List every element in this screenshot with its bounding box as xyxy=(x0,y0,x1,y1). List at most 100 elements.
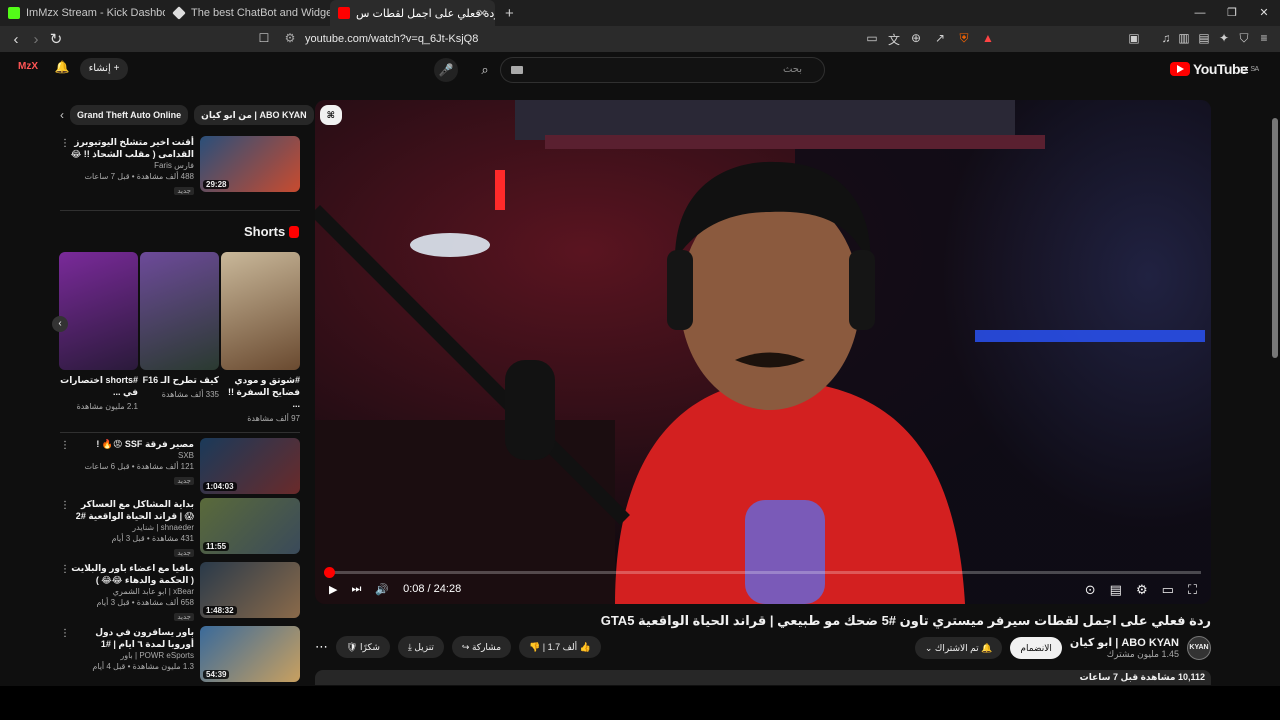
wallet-icon[interactable]: ▤ xyxy=(1196,31,1212,45)
search-input[interactable]: بحث xyxy=(500,57,825,83)
video-thumbnail[interactable]: 1:04:03 xyxy=(200,438,300,494)
cast-icon[interactable]: ▭ xyxy=(864,31,880,45)
short-title[interactable]: #shorts اختصارات في ... xyxy=(59,374,138,398)
video-thumbnail[interactable]: 54:39 xyxy=(200,626,300,682)
channel-avatar[interactable]: KYAN xyxy=(1187,636,1211,660)
voice-search-icon[interactable]: 🎤 xyxy=(434,58,458,82)
fullscreen-icon[interactable]: ⛶ xyxy=(1188,582,1197,598)
screenshot-icon[interactable]: ▣ xyxy=(1126,31,1142,45)
video-item-title[interactable]: مصير فرقة SSF 😡🔥 ! xyxy=(70,438,194,450)
kebab-menu-icon[interactable]: ⋮ xyxy=(60,500,70,511)
video-item-channel[interactable]: POWR eSports | باور xyxy=(70,650,194,661)
list-item[interactable]: 54:39 باور يسافرون في دول أوروبا لمدة ٦ … xyxy=(60,626,300,684)
chip-abo-kyan[interactable]: من ابو كيان | ABO KYAN xyxy=(194,105,314,125)
join-button[interactable]: الانضمام xyxy=(1010,637,1062,659)
video-item-channel[interactable]: shnaeder | شنايدر xyxy=(70,522,194,533)
vpn-icon[interactable]: ⛉ xyxy=(1236,31,1252,46)
short-thumbnail[interactable] xyxy=(59,252,138,370)
browser-tab-chatbot[interactable]: The best ChatBot and Widgets for K xyxy=(165,0,330,26)
short-meta: #شوتق و مودي فضايح السفرة !! ... 97 ألف … xyxy=(221,374,300,425)
share-icon[interactable]: ↗ xyxy=(932,31,948,45)
account-avatar[interactable]: MzX xyxy=(18,61,38,79)
zoom-icon[interactable]: ⊕ xyxy=(908,31,924,45)
close-tab-icon[interactable]: ✕ xyxy=(478,7,487,20)
list-item[interactable]: 29:28 أقنت اخير متشلخ اليوتيوبرز القدامى… xyxy=(60,136,300,195)
play-icon[interactable]: ▶ xyxy=(329,583,337,596)
minimize-icon[interactable]: — xyxy=(1184,0,1216,26)
subtitles-icon[interactable]: ▤ xyxy=(1110,582,1122,598)
brave-rewards-icon[interactable]: ▲ xyxy=(980,31,996,45)
kebab-menu-icon[interactable]: ⋮ xyxy=(60,628,70,639)
settings-gear-icon[interactable]: ⚙ xyxy=(1136,582,1148,598)
keyboard-icon[interactable] xyxy=(511,66,523,74)
kebab-menu-icon[interactable]: ⋮ xyxy=(60,564,70,575)
media-icon[interactable]: ♫ xyxy=(1158,31,1174,45)
sidebar-chips: ‹ Grand Theft Auto Online من ابو كيان | … xyxy=(60,104,342,126)
reload-icon[interactable]: ↻ xyxy=(46,30,66,48)
create-button[interactable]: إنشاء + xyxy=(80,58,128,80)
share-button[interactable]: ↪ مشاركة xyxy=(451,636,512,658)
new-badge: جديد xyxy=(174,477,194,485)
browser-toolbar: ‹ › ↻ ☐ ⚙ youtube.com/watch?v=q_6Jt-KsjQ… xyxy=(0,26,1280,52)
site-info-icon[interactable]: ⚙ xyxy=(282,31,298,45)
browser-tab-kick[interactable]: ImMzx Stream - Kick Dashboard xyxy=(0,0,165,26)
video-thumbnail[interactable]: 1:48:32 xyxy=(200,562,300,618)
kebab-menu-icon[interactable]: ⋮ xyxy=(60,440,70,451)
chips-prev-icon[interactable]: ‹ xyxy=(60,108,64,122)
subscribed-button[interactable]: 🔔 تم الاشتراك ⌄ xyxy=(914,637,1003,659)
short-thumbnail[interactable] xyxy=(140,252,219,370)
next-icon[interactable]: ⏭ xyxy=(351,583,361,596)
dislike-icon[interactable]: 👎 xyxy=(529,642,540,652)
address-bar[interactable]: youtube.com/watch?v=q_6Jt-KsjQ8 xyxy=(305,26,478,52)
video-item-meta: 431 مشاهدة • قبل 3 أيام xyxy=(111,534,194,543)
browser-tab-youtube[interactable]: (2) ردة فعلي على اجمل لقطات س ✕ xyxy=(330,0,495,26)
guide-menu-icon[interactable]: ≡ xyxy=(1240,62,1249,79)
more-actions-icon[interactable]: ⋯ xyxy=(315,639,328,655)
new-badge: جديد xyxy=(174,187,194,195)
theater-mode-icon[interactable]: ▭ xyxy=(1162,582,1174,598)
list-item[interactable]: 1:04:03 مصير فرقة SSF 😡🔥 ! SXB 121 ألف م… xyxy=(60,438,300,496)
notifications-bell-icon[interactable]: 🔔 xyxy=(52,60,72,80)
translate-icon[interactable]: 文 xyxy=(886,31,902,48)
page-scrollbar[interactable] xyxy=(1272,118,1278,358)
download-button[interactable]: ⤓ تنزيل xyxy=(397,636,444,658)
short-thumbnail[interactable] xyxy=(221,252,300,370)
short-views: 335 ألف مشاهدة xyxy=(161,390,219,399)
new-tab-icon[interactable]: + xyxy=(505,5,514,22)
close-window-icon[interactable]: ✕ xyxy=(1248,0,1280,26)
leo-icon[interactable]: ✦ xyxy=(1216,31,1232,45)
video-thumbnail[interactable]: 29:28 xyxy=(200,136,300,192)
video-item-title[interactable]: مافيا مع اعضاء باور والبلايت ( الحكمة وا… xyxy=(70,562,194,586)
list-item[interactable]: 11:55 بداية المشاكل مع العساكر 😱 | قراند… xyxy=(60,498,300,557)
video-meta: مصير فرقة SSF 😡🔥 ! SXB 121 ألف مشاهدة • … xyxy=(70,438,200,496)
volume-icon[interactable]: 🔊 xyxy=(375,583,389,596)
search-button-icon[interactable]: ⌕ xyxy=(470,57,500,83)
chip-gta-online[interactable]: Grand Theft Auto Online xyxy=(70,105,189,125)
back-icon[interactable]: ‹ xyxy=(6,31,26,48)
video-item-title[interactable]: أقنت اخير متشلخ اليوتيوبرز القدامى ( مقل… xyxy=(70,136,194,160)
video-item-title[interactable]: بداية المشاكل مع العساكر 😱 | قراند الحيا… xyxy=(70,498,194,522)
kebab-menu-icon[interactable]: ⋮ xyxy=(60,138,70,149)
video-player[interactable]: ▶ ⏭ 🔊 0:08 / 24:28 ⊙ ▤ ⚙ ▭ ⛶ xyxy=(315,100,1211,604)
chip-all-icon[interactable]: ⌘ xyxy=(319,105,342,125)
forward-icon[interactable]: › xyxy=(26,31,46,48)
short-title[interactable]: كيف تطرح الـ F16 xyxy=(140,374,219,386)
video-item-channel[interactable]: فارس Faris xyxy=(70,160,194,171)
video-item-channel[interactable]: xBear | ابو عابد الشمري xyxy=(70,586,194,597)
like-icon[interactable]: 👍 xyxy=(580,642,591,652)
description-box[interactable]: 10,112 مشاهدة قبل 7 ساعات xyxy=(315,670,1211,685)
sidebar-icon[interactable]: ▥ xyxy=(1176,31,1192,45)
bookmark-icon[interactable]: ☐ xyxy=(256,31,272,45)
thanks-button[interactable]: 🛡 شكرًا xyxy=(336,636,390,658)
video-thumbnail[interactable]: 11:55 xyxy=(200,498,300,554)
shorts-prev-icon[interactable]: ‹ xyxy=(52,316,68,332)
restore-icon[interactable]: ❐ xyxy=(1216,0,1248,26)
list-item[interactable]: 1:48:32 مافيا مع اعضاء باور والبلايت ( ا… xyxy=(60,562,300,621)
video-item-title[interactable]: باور يسافرون في دول أوروبا لمدة ٦ ايام |… xyxy=(70,626,194,650)
menu-icon[interactable]: ≡ xyxy=(1256,31,1272,45)
autoplay-toggle-icon[interactable]: ⊙ xyxy=(1085,582,1096,598)
short-title[interactable]: #شوتق و مودي فضايح السفرة !! ... xyxy=(221,374,300,410)
video-item-channel[interactable]: SXB xyxy=(70,450,194,461)
brave-shield-icon[interactable]: ⛨ xyxy=(956,31,972,46)
channel-name[interactable]: ABO KYAN | ابو كيان xyxy=(1070,636,1179,649)
